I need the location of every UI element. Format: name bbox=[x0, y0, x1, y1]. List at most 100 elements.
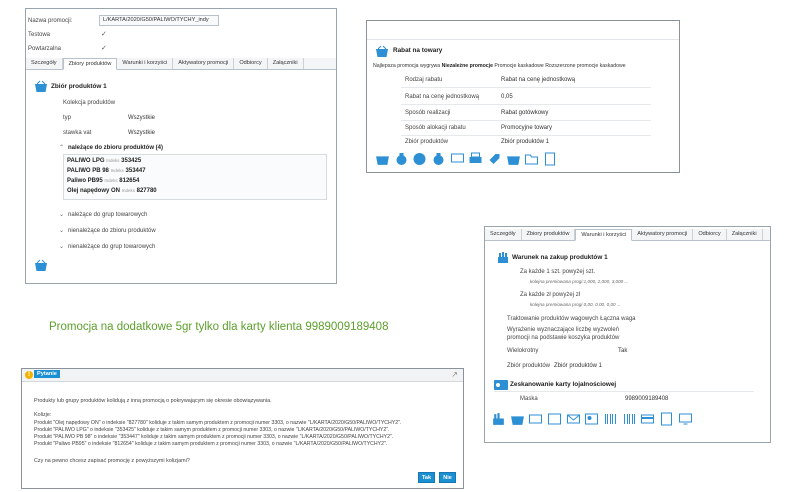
line1: Za każde 1 szt. powyżej szt. bbox=[520, 269, 596, 275]
basket-icon[interactable] bbox=[506, 152, 521, 166]
wyrazenie-line1: Wyrażenie wyznaczające liczbę wyzwoleń bbox=[507, 327, 619, 333]
collapsed-group-3[interactable]: nienależące do grup towarowych bbox=[68, 244, 155, 250]
basket-icon bbox=[34, 80, 48, 95]
question-dialog: ! Pytanie ↗ Produkty lub grupy produktów… bbox=[21, 368, 464, 489]
product-index: 812654 bbox=[119, 178, 140, 184]
tab-aktywatory[interactable]: Aktywatory promocji bbox=[632, 229, 694, 240]
dialog-titlebar bbox=[22, 369, 463, 382]
money-bag-icon[interactable] bbox=[394, 152, 409, 166]
tab-szczegoly[interactable]: Szczegóły bbox=[485, 229, 522, 240]
yes-button[interactable]: Tak bbox=[418, 472, 435, 483]
action-icon-row bbox=[375, 152, 560, 168]
list-item: PALIWO LPG Indeks 353425 bbox=[67, 158, 141, 164]
product-name: PALIWO LPG bbox=[67, 158, 105, 164]
cards-icon[interactable] bbox=[528, 412, 543, 426]
tab-odbiorcy[interactable]: Odbiorcy bbox=[693, 229, 727, 240]
tab-bar: Szczegóły Zbiory produktów Warunki i kor… bbox=[485, 229, 770, 241]
basket-icon[interactable] bbox=[375, 152, 390, 166]
person-card-icon[interactable] bbox=[584, 412, 599, 426]
type-option[interactable]: Najlepsza promocja wygrywa bbox=[373, 63, 440, 69]
tablet-icon[interactable] bbox=[659, 412, 674, 426]
printer-icon[interactable] bbox=[468, 152, 483, 166]
tab-warunki[interactable]: Warunki i korzyści bbox=[117, 58, 174, 69]
typ-value: Wszystkie bbox=[128, 115, 155, 121]
basket-icon bbox=[375, 45, 389, 60]
section-title: Zbiór produktów 1 bbox=[51, 83, 107, 90]
chevron-down-icon[interactable]: ⌄ bbox=[59, 211, 64, 218]
tab-odbiorcy[interactable]: Odbiorcy bbox=[234, 58, 268, 69]
tab-warunki[interactable]: Warunki i korzyści bbox=[575, 229, 633, 241]
envelope-icon[interactable] bbox=[566, 412, 581, 426]
row-label: Rabat na cenę jednostkową bbox=[405, 94, 480, 100]
chevron-up-icon[interactable]: ⌃ bbox=[59, 144, 64, 151]
tag-icon[interactable] bbox=[487, 152, 502, 166]
type-option-selected[interactable]: Niezależne promocje bbox=[442, 63, 493, 69]
condition-panel: Szczegóły Zbiory produktów Warunki i kor… bbox=[484, 226, 771, 443]
credit-card-icon[interactable] bbox=[640, 412, 655, 426]
tab-zbiory-produktow[interactable]: Zbiory produktów bbox=[522, 229, 576, 240]
discount-panel: Rabat na towary Najlepsza promocja wygry… bbox=[366, 20, 680, 173]
barcode-icon[interactable] bbox=[622, 412, 637, 426]
no-button[interactable]: Nie bbox=[439, 472, 456, 483]
type-option[interactable]: Promocje kaskadowe bbox=[494, 63, 543, 69]
hand-icon[interactable] bbox=[491, 412, 506, 426]
row-value: 0,05 bbox=[501, 94, 513, 100]
testowa-label: Testowa bbox=[28, 32, 51, 38]
promo-name-label: Nazwa promocji: bbox=[28, 18, 73, 24]
row-label: Zbiór produktów bbox=[405, 139, 449, 145]
id-card-icon[interactable] bbox=[547, 412, 562, 426]
collapsed-group-1[interactable]: należące do grup towarowych bbox=[68, 212, 147, 218]
wielokrotny-value: Tak bbox=[618, 348, 628, 354]
row-value: Rabat na cenę jednostkową bbox=[501, 77, 576, 83]
tab-aktywatory[interactable]: Aktywatory promocji bbox=[173, 58, 235, 69]
barcode-icon[interactable] bbox=[603, 412, 618, 426]
money-bag-icon[interactable] bbox=[431, 152, 446, 166]
powtarzalna-checkbox[interactable]: ✓ bbox=[101, 45, 108, 52]
wielokrotny-label: Wielokrotny bbox=[507, 348, 539, 354]
row-label: Rodzaj rabatu bbox=[405, 77, 443, 83]
kolekcja-label: Kolekcja produktów bbox=[63, 100, 116, 106]
document-check-icon[interactable] bbox=[543, 152, 558, 166]
group-title[interactable]: należące do zbioru produktów (4) bbox=[68, 145, 163, 151]
chat-icon[interactable] bbox=[450, 152, 465, 166]
basket-icon[interactable] bbox=[510, 412, 525, 426]
folder-icon[interactable] bbox=[524, 152, 539, 166]
tab-zalaczniki[interactable]: Załączniki bbox=[268, 58, 304, 69]
promotion-type-selector: Najlepsza promocja wygrywa Niezależne pr… bbox=[373, 63, 626, 69]
stawka-value: Wszystkie bbox=[128, 130, 155, 136]
maska-value: 9989009189408 bbox=[625, 396, 669, 402]
row-value: Promocyjne towary bbox=[501, 125, 553, 131]
typ-label: typ bbox=[63, 115, 72, 121]
testowa-checkbox[interactable]: ✓ bbox=[101, 31, 108, 38]
row-value: Rabat gotówkowy bbox=[501, 110, 549, 116]
monitor-icon[interactable] bbox=[678, 412, 693, 426]
dollar-icon[interactable] bbox=[412, 152, 427, 166]
promo-name-input[interactable]: L/KARTA/2020/G50/PALIWO/TYCHY_indy bbox=[99, 15, 219, 26]
tab-szczegoly[interactable]: Szczegóły bbox=[26, 58, 63, 69]
product-index: 353425 bbox=[121, 158, 142, 164]
promo-caption: Promocja na dodatkowe 5gr tylko dla kart… bbox=[49, 321, 389, 333]
chevron-down-icon[interactable]: ⌄ bbox=[59, 227, 64, 234]
product-list: PALIWO LPG Indeks 353425 PALIWO PB 98 In… bbox=[63, 154, 327, 200]
add-basket-icon[interactable] bbox=[34, 259, 48, 274]
type-option[interactable]: Rozszerzone promocje kaskadowe bbox=[545, 63, 625, 69]
discount-title: Rabat na towary bbox=[393, 47, 443, 54]
product-set-panel: Nazwa promocji: L/KARTA/2020/G50/PALIWO/… bbox=[25, 8, 337, 284]
expand-icon[interactable]: ↗ bbox=[451, 370, 458, 379]
zbior-label: Zbiór produktów bbox=[507, 363, 551, 369]
collision-line: Produkt "PALIWO LPG" o indeksie "353425"… bbox=[34, 427, 390, 433]
collision-line: Produkt "PALIWO PB 98" o indeksie "35344… bbox=[34, 434, 394, 440]
collapsed-group-2[interactable]: nienależące do zbioru produktów bbox=[68, 228, 156, 234]
product-index: 353447 bbox=[125, 168, 146, 174]
index-label: Indeks bbox=[110, 168, 124, 173]
tab-zalaczniki[interactable]: Załączniki bbox=[727, 229, 763, 240]
dialog-title: Pytanie bbox=[34, 370, 60, 378]
dialog-intro: Produkty lub grupy produktów kolidują z … bbox=[34, 398, 272, 404]
chevron-down-icon[interactable]: ⌄ bbox=[59, 243, 64, 250]
stawka-label: stawka vat bbox=[63, 130, 92, 136]
row-value: Zbiór produktów 1 bbox=[501, 139, 550, 145]
tab-zbiory-produktow[interactable]: Zbiory produktów bbox=[62, 58, 118, 70]
powtarzalna-label: Powtarzalna bbox=[28, 46, 62, 52]
dialog-question: Czy na pewno chcesz zapisać promocję z p… bbox=[34, 458, 190, 464]
condition-icon-row bbox=[491, 412, 695, 428]
